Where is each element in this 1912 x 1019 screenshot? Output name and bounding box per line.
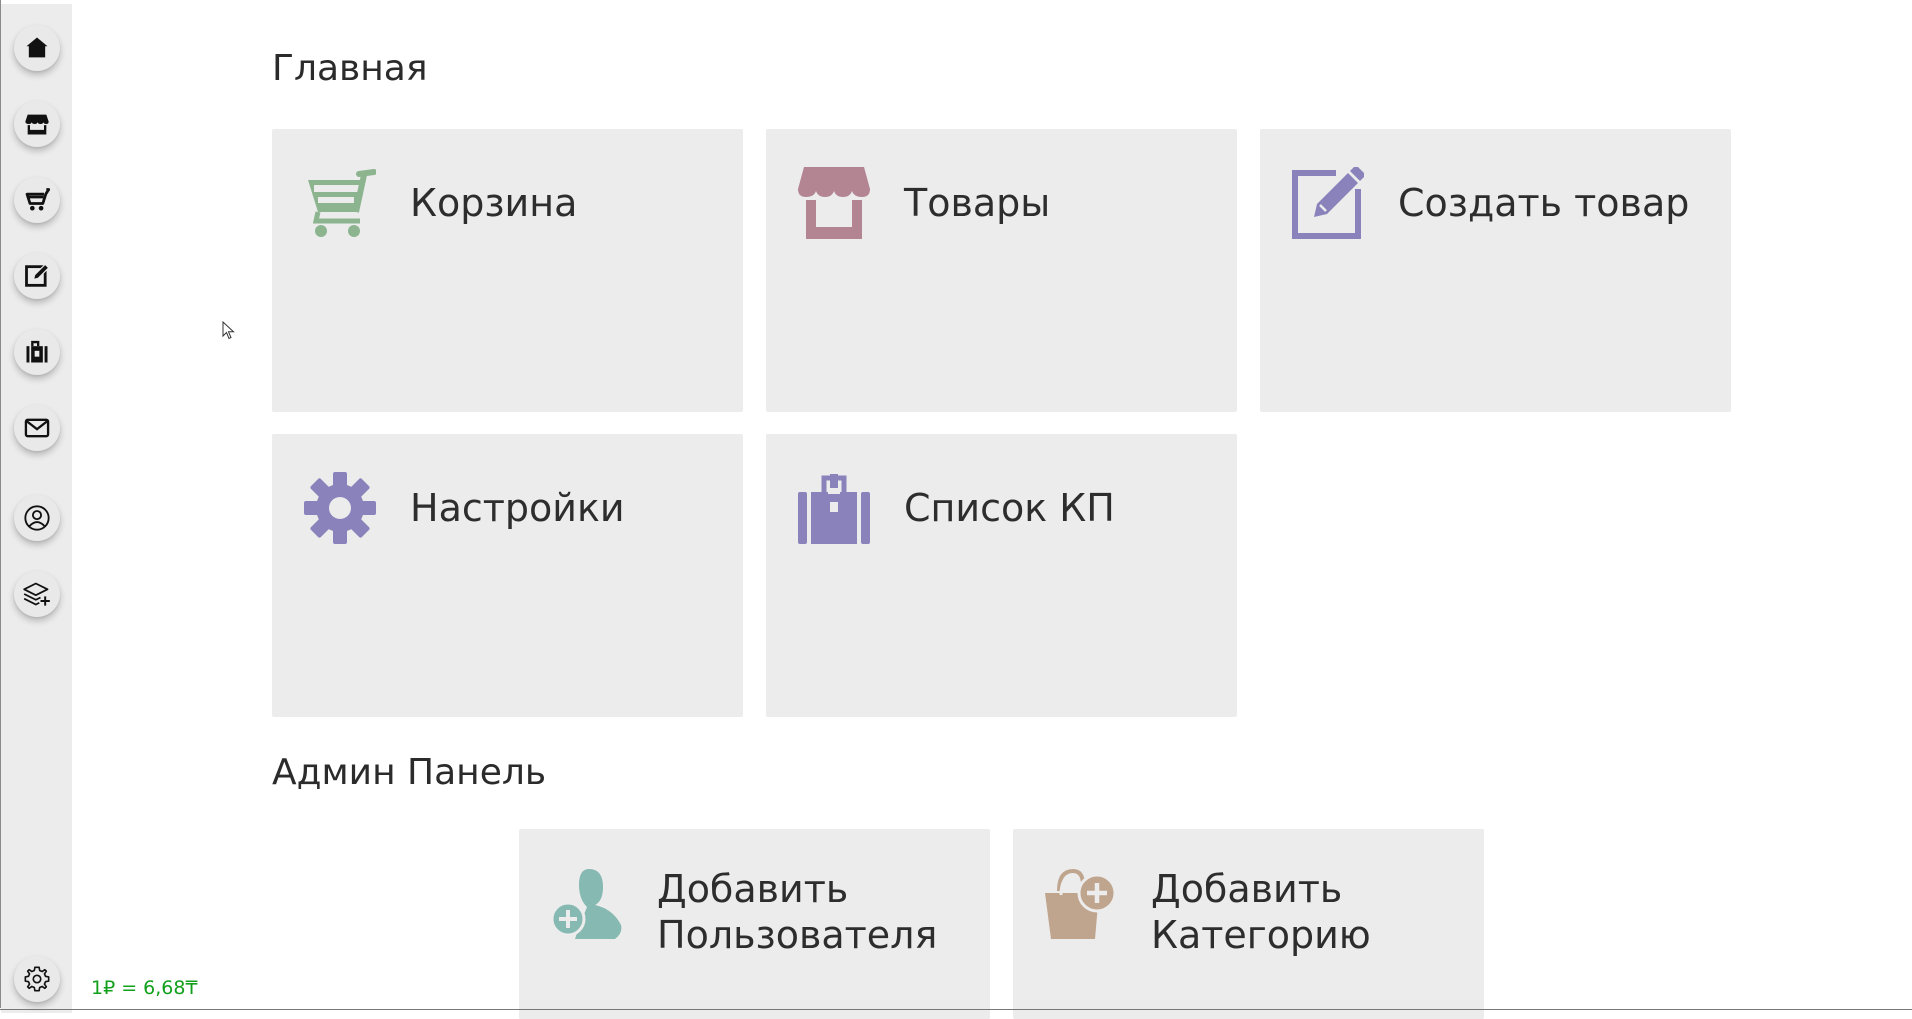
add-category-icon [1045, 868, 1117, 939]
card-label: Добавить Категорию [1151, 866, 1371, 958]
edit-icon [1292, 167, 1364, 239]
card-label-line1: Добавить [1151, 867, 1343, 911]
sidebar-item-profile[interactable] [14, 495, 60, 541]
gear-icon [24, 966, 50, 992]
card-label: Список КП [904, 486, 1115, 530]
card-settings[interactable]: Настройки [272, 434, 743, 717]
sidebar-item-create[interactable] [14, 253, 60, 299]
user-circle-icon [24, 505, 50, 531]
card-label-line2: Категорию [1151, 913, 1371, 957]
admin-section-title: Админ Панель [272, 752, 547, 793]
luggage-icon [798, 474, 870, 544]
card-kp-list[interactable]: Список КП [766, 434, 1237, 717]
window-bottom-border [0, 1009, 1912, 1010]
card-label: Товары [904, 181, 1051, 225]
card-label: Корзина [410, 181, 578, 225]
luggage-icon [26, 340, 48, 363]
sidebar-item-add-category[interactable] [14, 571, 60, 617]
gear-icon [304, 472, 376, 544]
sidebar-item-home[interactable] [14, 25, 60, 71]
card-add-category[interactable]: Добавить Категорию [1013, 829, 1484, 1019]
layers-plus-icon [23, 582, 50, 606]
sidebar [1, 4, 72, 1013]
cart-icon [25, 188, 51, 211]
shop-icon [25, 114, 49, 135]
card-label-line1: Добавить [657, 867, 849, 911]
home-icon [26, 37, 48, 58]
add-user-icon [551, 869, 622, 939]
cart-icon [308, 169, 376, 237]
page-title: Главная [272, 48, 428, 89]
sidebar-item-settings[interactable] [14, 956, 60, 1002]
card-products[interactable]: Товары [766, 129, 1237, 412]
mouse-cursor-icon [222, 321, 235, 340]
sidebar-item-cart[interactable] [14, 177, 60, 223]
sidebar-item-kp-list[interactable] [14, 329, 60, 375]
card-label: Создать товар [1398, 181, 1690, 225]
card-add-user[interactable]: Добавить Пользователя [519, 829, 990, 1019]
edit-icon [25, 263, 50, 287]
shop-icon [798, 167, 870, 239]
card-cart[interactable]: Корзина [272, 129, 743, 412]
sidebar-item-shop[interactable] [14, 101, 60, 147]
card-label: Добавить Пользователя [657, 866, 937, 958]
exchange-rate: 1₽ = 6,68₸ [91, 977, 198, 999]
card-create-product[interactable]: Создать товар [1260, 129, 1731, 412]
mail-icon [24, 418, 50, 438]
card-label-line2: Пользователя [657, 913, 938, 957]
card-label: Настройки [410, 486, 625, 530]
sidebar-item-mail[interactable] [14, 405, 60, 451]
